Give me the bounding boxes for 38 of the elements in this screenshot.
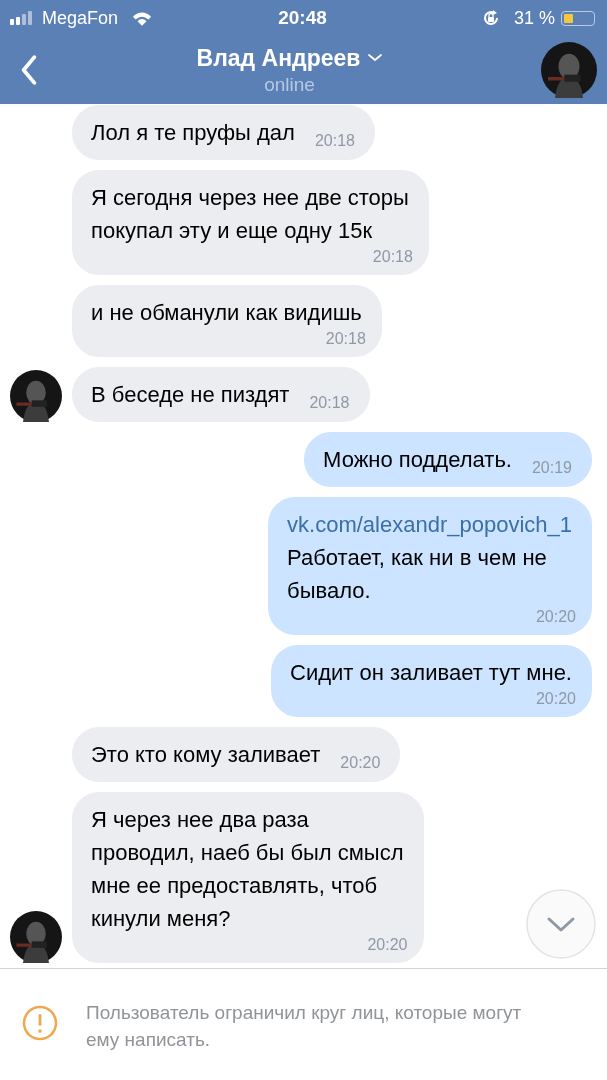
message-time: 20:18 xyxy=(309,393,350,413)
contact-name[interactable]: Влад Андреев xyxy=(196,44,361,72)
message-time: 20:19 xyxy=(531,458,572,478)
message-time: 20:18 xyxy=(314,131,355,151)
message-text: Сидит он заливает тут мне. xyxy=(290,659,572,687)
message-time: 20:20 xyxy=(340,753,381,773)
wifi-icon xyxy=(132,10,153,26)
message-time: 20:20 xyxy=(367,935,408,955)
online-status: online xyxy=(264,73,315,96)
avatar[interactable] xyxy=(10,911,62,963)
message-text: Можно подделать. xyxy=(323,446,512,474)
message-text: бывало. xyxy=(287,577,372,605)
rotation-lock-icon xyxy=(481,9,500,27)
message-text: Я сегодня через нее две сторы xyxy=(91,184,409,212)
warning-icon xyxy=(22,1005,58,1041)
message-text: Я через нее два раза xyxy=(91,806,310,834)
carrier-name: MegaFon xyxy=(42,7,119,29)
back-button[interactable] xyxy=(20,55,38,85)
message-link[interactable]: vk.com/alexandr_popovich_1 xyxy=(287,508,572,541)
chevron-down-icon[interactable] xyxy=(368,54,383,62)
message-text: В беседе не пиздят xyxy=(91,381,290,409)
message-text: Это кто кому заливает xyxy=(91,741,321,769)
message-text: мне ее предоставлять, чтоб xyxy=(91,872,379,900)
message-text: и не обманули как видишь xyxy=(91,299,362,327)
message-time: 20:18 xyxy=(325,329,366,349)
battery-percent: 31 % xyxy=(513,7,555,29)
message-text: проводил, наеб бы был смысл xyxy=(91,839,404,867)
message-time: 20:18 xyxy=(372,247,413,267)
message-time: 20:20 xyxy=(535,607,576,627)
message-time: 20:20 xyxy=(535,689,576,709)
message-text: Работает, как ни в чем не xyxy=(287,544,548,572)
message-text: Лол я те пруфы дал xyxy=(91,119,295,147)
clock-time: 20:48 xyxy=(278,7,327,29)
message-text: кинули меня? xyxy=(91,905,232,933)
avatar[interactable] xyxy=(10,370,62,422)
battery-icon xyxy=(561,10,595,26)
message-text: покупал эту и еще одну 15к xyxy=(91,217,374,245)
restriction-notice: Пользователь ограничил круг лиц, которые могут ему написать. xyxy=(86,1001,523,1052)
